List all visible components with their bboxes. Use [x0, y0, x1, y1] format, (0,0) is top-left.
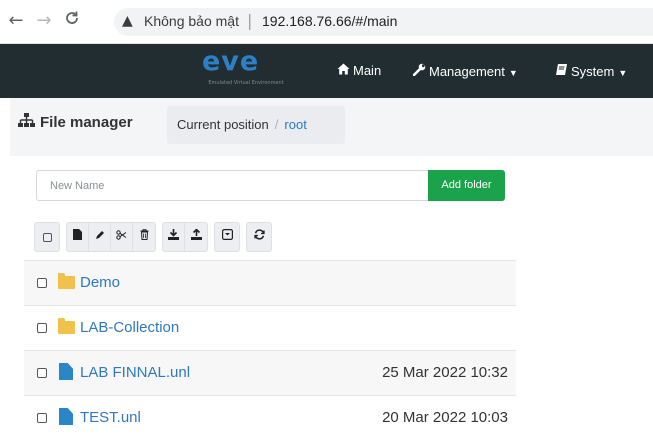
row-checkbox[interactable] [37, 413, 47, 423]
row-checkbox[interactable] [37, 323, 47, 333]
cut-button[interactable] [110, 222, 133, 252]
item-name-link[interactable]: TEST.unl [80, 409, 141, 426]
trash-icon [140, 229, 148, 240]
folder-icon [58, 273, 75, 289]
eve-logo[interactable]: eve Emulated Virtual Environment [196, 46, 296, 92]
delete-button[interactable] [132, 222, 156, 252]
forward-arrow-icon[interactable]: → [34, 10, 54, 32]
checkbox-icon [42, 232, 52, 242]
list-item[interactable]: TEST.unl 20 Mar 2022 10:03 [24, 395, 516, 440]
top-navbar: eve Emulated Virtual Environment Main Ma… [0, 44, 653, 98]
caret-down-icon: ▼ [618, 68, 628, 78]
nav-system[interactable]: System ▼ [554, 63, 627, 81]
refresh-icon [253, 229, 265, 240]
sitemap-icon [18, 113, 36, 130]
export-button[interactable] [184, 222, 208, 252]
add-folder-button[interactable]: Add folder [428, 170, 505, 201]
caret-down-icon: ▼ [508, 68, 518, 78]
file-icon [59, 363, 73, 380]
item-date: 25 Mar 2022 10:32 [382, 364, 508, 381]
download-icon [168, 229, 179, 240]
archive-button[interactable] [214, 222, 240, 252]
archive-icon [221, 229, 233, 241]
reload-icon[interactable] [62, 10, 82, 32]
import-button[interactable] [162, 222, 185, 252]
nav-management[interactable]: Management ▼ [412, 63, 518, 81]
select-all-checkbox[interactable] [34, 222, 60, 252]
logo-subtitle: Emulated Virtual Environment [208, 80, 284, 86]
file-panel: Add folder [24, 156, 516, 432]
file-manager-header: File manager Current position / root [10, 98, 653, 156]
address-bar[interactable]: ▲ Không bảo mật | 192.168.76.66/#/main [114, 8, 653, 36]
file-list: Demo LAB-Collection LAB FINNAL.unl 25 Ma… [24, 260, 516, 440]
list-item[interactable]: LAB-Collection [24, 305, 516, 350]
row-checkbox[interactable] [37, 368, 47, 378]
breadcrumb: Current position / root [167, 106, 345, 144]
pencil-icon [95, 231, 104, 239]
page-content: File manager Current position / root Add f… [0, 98, 653, 432]
breadcrumb-label: Current position [177, 117, 269, 132]
file-icon [59, 408, 73, 425]
nav-management-label: Management [429, 64, 505, 79]
logo-text: eve [202, 46, 260, 77]
breadcrumb-root-link[interactable]: root [284, 117, 306, 132]
reload-icon-glyph [66, 11, 78, 24]
page-title: File manager [18, 113, 133, 131]
page-title-text: File manager [40, 114, 133, 131]
refresh-button[interactable] [246, 222, 272, 252]
security-label[interactable]: Không bảo mật [144, 13, 239, 29]
row-checkbox[interactable] [37, 278, 47, 288]
new-file-icon [72, 229, 82, 240]
home-icon [336, 63, 350, 78]
browser-toolbar: ← → ▲ Không bảo mật | 192.168.76.66/#/ma… [0, 0, 653, 44]
item-name-link[interactable]: Demo [80, 274, 120, 291]
book-icon [554, 63, 568, 79]
nav-main-label: Main [353, 63, 382, 78]
item-name-link[interactable]: LAB FINNAL.unl [80, 364, 190, 381]
scissors-icon [116, 230, 127, 240]
list-item[interactable]: LAB FINNAL.unl 25 Mar 2022 10:32 [24, 350, 516, 395]
url-text[interactable]: 192.168.76.66/#/main [262, 13, 397, 29]
nav-system-label: System [571, 64, 615, 79]
upload-icon [190, 228, 202, 240]
nav-main[interactable]: Main [336, 63, 381, 81]
breadcrumb-separator: / [274, 117, 279, 132]
list-item[interactable]: Demo [24, 260, 516, 305]
folder-icon [58, 318, 75, 334]
new-file-button[interactable] [66, 222, 89, 252]
new-name-input[interactable] [36, 170, 428, 201]
item-name-link[interactable]: LAB-Collection [80, 319, 179, 336]
rename-button[interactable] [88, 222, 111, 252]
back-arrow-icon[interactable]: ← [6, 10, 26, 32]
address-separator: | [247, 11, 253, 30]
wrench-icon [412, 63, 426, 79]
warning-icon[interactable]: ▲ [122, 13, 133, 29]
item-date: 20 Mar 2022 10:03 [382, 409, 508, 426]
